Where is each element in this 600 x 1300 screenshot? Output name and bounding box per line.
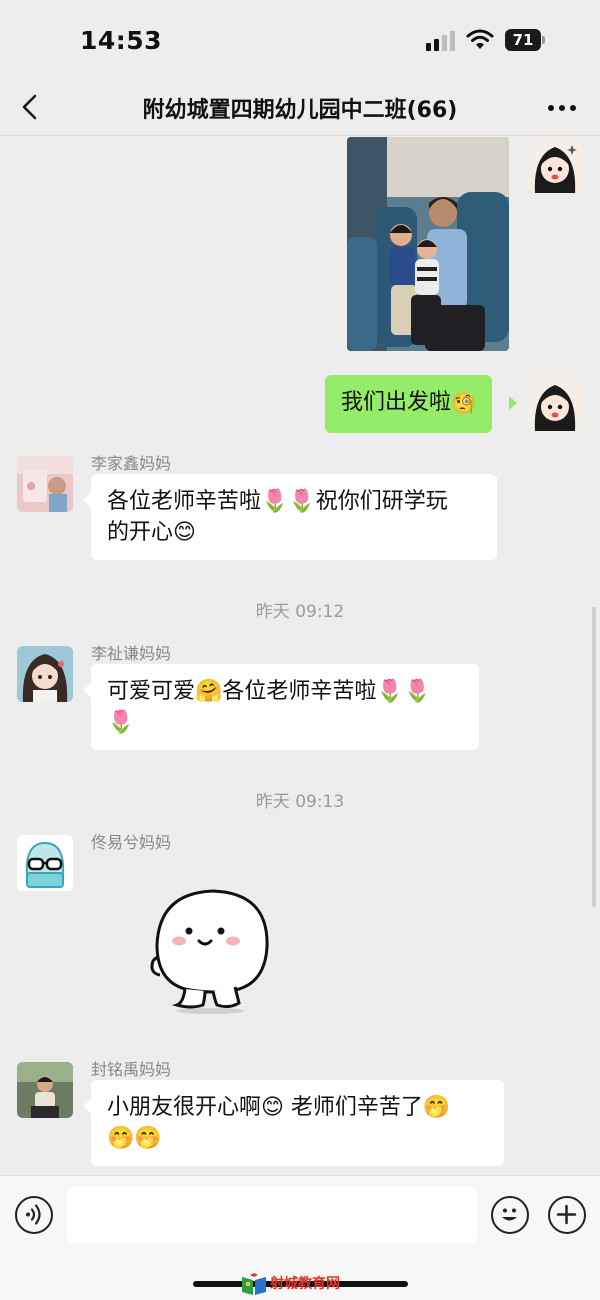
member-avatar[interactable] — [17, 1062, 73, 1118]
member-avatar[interactable] — [17, 835, 73, 891]
battery-level: 71 — [505, 29, 541, 51]
member-message-bubble[interactable]: 可爱可爱🤗各位老师辛苦啦🌷🌷 🌷 — [91, 664, 479, 750]
sender-name: 封铭禹妈妈 — [91, 1060, 172, 1079]
watermark: 射城教育网 — [240, 1273, 365, 1299]
more-dots-icon[interactable] — [546, 102, 578, 114]
sender-name: 李祉谦妈妈 — [91, 644, 172, 663]
avatar-image — [17, 1062, 73, 1118]
voice-icon — [26, 1204, 41, 1225]
chat-message-list[interactable]: 我们出发啦🧐 李家鑫妈妈 各位老师辛苦啦🌷🌷祝你们研学玩 的开心😊 昨天 09:… — [0, 137, 600, 1175]
watermark-text: 射城教育网 — [270, 1276, 340, 1292]
chat-scrollbar[interactable] — [592, 607, 596, 907]
message-line: 各位老师辛苦啦🌷🌷祝你们研学玩 — [107, 489, 448, 514]
avatar-image — [17, 646, 73, 702]
sender-name: 佟易兮妈妈 — [91, 833, 172, 852]
bubble-tail — [83, 1099, 91, 1113]
member-avatar[interactable] — [17, 456, 73, 512]
cellular-signal-icon — [426, 31, 455, 51]
message-line: 🤭🤭 — [107, 1126, 162, 1151]
message-line: 小朋友很开心啊😊 老师们辛苦了🤭 — [107, 1095, 451, 1120]
shared-photo[interactable] — [347, 137, 509, 351]
message-line: 🌷 — [107, 710, 135, 735]
status-time: 14:53 — [80, 26, 163, 55]
status-bar: 14:53 71 — [0, 0, 600, 80]
self-message-bubble[interactable]: 我们出发啦🧐 — [325, 375, 492, 433]
bubble-tail — [509, 396, 517, 410]
monocle-face-emoji: 🧐 — [451, 391, 476, 415]
bubble-tail — [83, 683, 91, 697]
emoji-smile-icon — [502, 1208, 517, 1221]
chat-header: 附幼城置四期幼儿园中二班(66) — [0, 80, 600, 136]
timestamp-separator: 昨天 09:13 — [255, 792, 345, 812]
photo-image — [347, 137, 509, 351]
emoji-button[interactable] — [491, 1196, 529, 1234]
self-avatar[interactable] — [527, 137, 583, 193]
book-logo-icon — [242, 1273, 266, 1295]
avatar-image — [17, 835, 73, 891]
voice-button[interactable] — [15, 1196, 53, 1234]
avatar-image — [527, 375, 583, 431]
message-line: 可爱可爱🤗各位老师辛苦啦🌷🌷 — [107, 679, 432, 704]
wifi-icon — [466, 29, 494, 49]
plus-icon — [556, 1204, 577, 1225]
message-line: 的开心😊 — [107, 520, 196, 545]
battery-indicator: 71 — [505, 29, 545, 51]
member-avatar[interactable] — [17, 646, 73, 702]
sticker-image[interactable] — [145, 885, 275, 1015]
message-input[interactable] — [67, 1187, 477, 1243]
message-text: 我们出发啦 — [341, 390, 452, 415]
member-message-bubble[interactable]: 各位老师辛苦啦🌷🌷祝你们研学玩 的开心😊 — [91, 474, 497, 560]
self-avatar[interactable] — [527, 375, 583, 431]
bubble-tail — [83, 493, 91, 507]
chat-title: 附幼城置四期幼儿园中二班(66) — [142, 98, 458, 123]
more-functions-button[interactable] — [548, 1196, 586, 1234]
chat-input-bar: 射城教育网 — [0, 1175, 600, 1300]
battery-cap — [542, 36, 545, 44]
chevron-left-icon[interactable] — [18, 92, 42, 122]
member-message-bubble[interactable]: 小朋友很开心啊😊 老师们辛苦了🤭 🤭🤭 — [91, 1080, 504, 1166]
timestamp-separator: 昨天 09:12 — [255, 602, 345, 622]
avatar-image — [17, 456, 73, 512]
sender-name: 李家鑫妈妈 — [91, 454, 172, 473]
cute-face-sticker — [150, 889, 269, 1014]
avatar-image — [527, 137, 583, 193]
